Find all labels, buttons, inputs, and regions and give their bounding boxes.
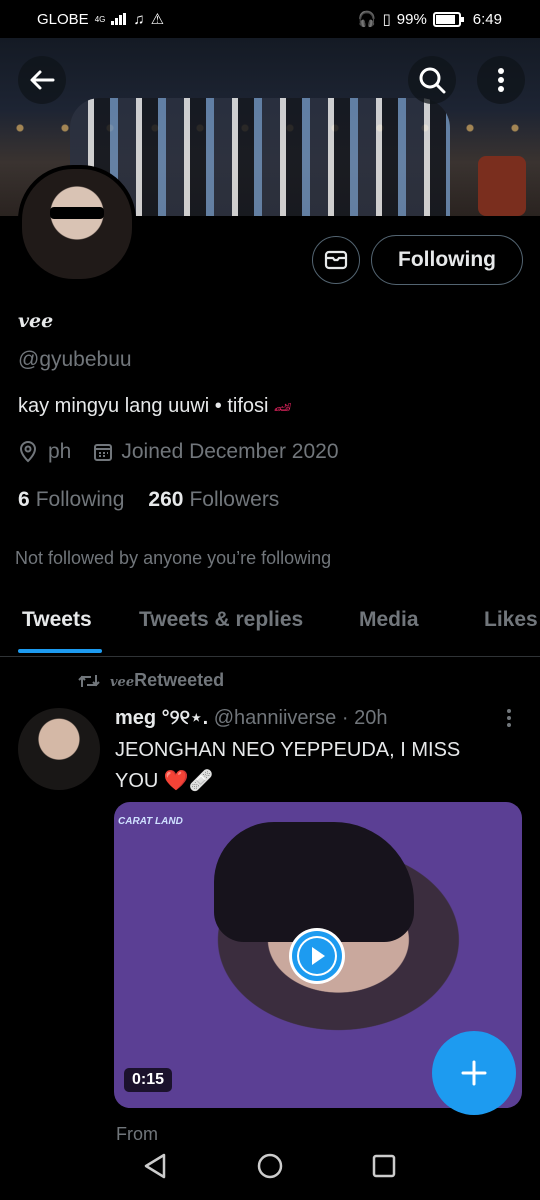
more-options-button[interactable]	[477, 56, 525, 104]
status-bar: GLOBE 4G ♫ ⚠ 🎧 ▯ 99% 6:49	[0, 0, 540, 38]
compose-tweet-button[interactable]	[432, 1031, 516, 1115]
music-icon: ♫	[133, 10, 145, 28]
profile-tabs: Tweets Tweets & replies Media Likes	[0, 598, 540, 657]
system-nav-bar	[0, 1140, 540, 1200]
profile-meta: ph Joined December 2020	[18, 440, 339, 464]
clock: 6:49	[472, 10, 502, 28]
tab-media[interactable]: Media	[359, 608, 419, 632]
race-car-icon: 🏎	[274, 399, 292, 415]
recents-square-icon[interactable]	[371, 1152, 397, 1180]
warning-icon: ⚠	[150, 11, 165, 28]
back-button[interactable]	[18, 56, 66, 104]
bio-text: kay mingyu lang uuwi • tifosi	[18, 395, 269, 417]
following-count-link[interactable]: 6 Following	[18, 488, 124, 512]
headphones-icon: 🎧	[357, 11, 377, 28]
message-button[interactable]	[312, 236, 360, 284]
tweet-time: · 20h	[341, 707, 388, 729]
tab-likes[interactable]: Likes	[484, 608, 538, 632]
search-icon	[419, 67, 446, 94]
retweeter-name: vee	[110, 675, 135, 690]
tweet-more-icon[interactable]	[506, 708, 512, 728]
video-watermark: CARAT LAND	[118, 816, 183, 827]
play-button[interactable]	[289, 928, 345, 984]
retweeted-label: Retweeted	[134, 670, 225, 690]
following-button[interactable]: Following	[371, 235, 523, 285]
more-vertical-icon	[498, 68, 504, 92]
search-button[interactable]	[408, 56, 456, 104]
joined-date: Joined December 2020	[121, 440, 339, 463]
plus-icon	[461, 1060, 487, 1086]
video-duration: 0:15	[124, 1068, 173, 1092]
play-icon	[292, 931, 342, 981]
active-tab-indicator	[18, 649, 102, 653]
carrier-label: GLOBE	[37, 10, 89, 28]
tweet-header: meg °୨୧⋆. @hanniiverse · 20h	[115, 705, 387, 730]
retweet-context[interactable]: veeRetweeted	[78, 670, 224, 691]
profile-avatar[interactable]	[18, 165, 136, 283]
not-followed-note: Not followed by anyone you’re following	[15, 548, 332, 568]
home-circle-icon[interactable]	[256, 1152, 284, 1180]
follow-counts: 6 Following 260 Followers	[18, 488, 279, 512]
display-name: vee	[18, 310, 54, 332]
vibrate-icon: ▯	[382, 11, 391, 28]
tweet-author-name[interactable]: meg °୨୧⋆.	[115, 707, 208, 729]
location-text: ph	[48, 440, 72, 463]
retweet-icon	[78, 674, 100, 687]
network-type: 4G	[94, 14, 106, 24]
back-triangle-icon[interactable]	[142, 1152, 168, 1180]
battery-percent: 99%	[396, 10, 427, 28]
tweet-text: JEONGHAN NEO YEPPEUDA, I MISS YOU ❤️🩹	[115, 739, 461, 792]
location-pin-icon	[19, 441, 37, 463]
tab-tweets[interactable]: Tweets	[22, 608, 92, 632]
username: @gyubebuu	[18, 348, 132, 371]
tab-tweets-replies[interactable]: Tweets & replies	[139, 608, 303, 632]
calendar-icon	[94, 444, 113, 461]
envelope-icon	[324, 250, 348, 270]
tweet-author-avatar[interactable]	[18, 708, 100, 790]
followers-count-link[interactable]: 260 Followers	[148, 488, 279, 512]
signal-icon	[111, 13, 127, 25]
bio: kay mingyu lang uuwi • tifosi 🏎	[18, 395, 292, 418]
battery-icon	[432, 11, 464, 27]
arrow-left-icon	[30, 70, 55, 90]
tweet-author-handle: @hanniiverse	[213, 707, 337, 729]
